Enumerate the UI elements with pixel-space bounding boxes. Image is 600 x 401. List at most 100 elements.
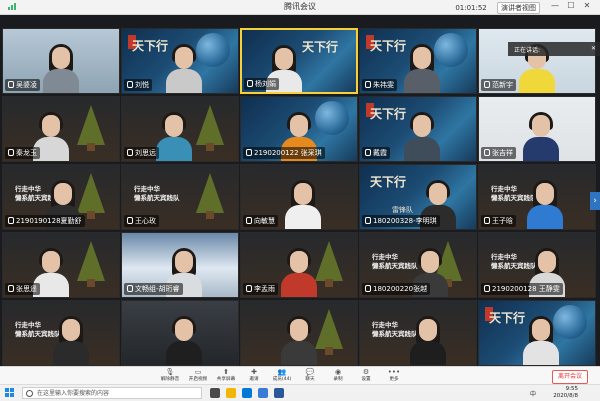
background-calligraphy: 天下行: [132, 39, 169, 53]
video-tile[interactable]: 天下行 雷锋队 180200328-李明琪: [359, 164, 477, 230]
mic-icon: [246, 149, 252, 156]
background-calligraphy-sub: 雷锋队: [392, 206, 413, 214]
participant-video: [281, 316, 317, 365]
video-tile[interactable]: 向敏慧: [240, 164, 358, 230]
participant-name: 张吉祥: [481, 147, 516, 159]
edge-browser-icon[interactable]: [242, 388, 252, 398]
participant-video: [404, 112, 440, 161]
video-tile[interactable]: 行走中华 懒系航天宾践队 2190190128夏勤舒: [2, 164, 120, 230]
participant-name: 180200328-李明琪: [362, 215, 440, 227]
settings-button[interactable]: ⚙ 设置: [351, 368, 381, 384]
maximize-button[interactable]: ☐: [564, 1, 578, 10]
participant-name: 王心玫: [124, 215, 159, 227]
search-placeholder: 在这里输入你要搜索的内容: [37, 390, 110, 397]
participant-video: [156, 112, 192, 161]
video-tile[interactable]: 天下行 戴霞: [359, 96, 477, 162]
minimize-button[interactable]: —: [548, 1, 562, 10]
video-tile[interactable]: 天下行: [478, 300, 596, 366]
video-tile[interactable]: 天下行 朱祎雯: [359, 28, 477, 94]
more-button[interactable]: ••• 更多: [379, 368, 409, 384]
background-banner: 行走中华 懒系航天宾践队: [372, 253, 418, 270]
video-tile[interactable]: 行走中华 懒系航天宾践队 王子晗: [478, 164, 596, 230]
members-button[interactable]: 👥 成员(44): [267, 368, 297, 384]
view-toggle-button[interactable]: 演讲者视图: [497, 2, 540, 14]
invite-button[interactable]: ✚ 邀请: [239, 368, 269, 384]
speaking-indicator: 正在讲话: ✕: [508, 42, 600, 56]
video-tile[interactable]: 2190200122 张采琪: [240, 96, 358, 162]
video-tile[interactable]: 刘思远: [121, 96, 239, 162]
participant-name: 向敏慧: [243, 215, 278, 227]
participant-video: [53, 316, 89, 365]
title-bar: 腾讯会议 01:01:52 演讲者视图 — ☐ ✕: [0, 0, 600, 15]
participant-name: 张思遥: [5, 283, 40, 295]
start-video-button[interactable]: ▭ 开启视频: [183, 368, 213, 384]
video-tile[interactable]: 吴婆凌: [2, 28, 120, 94]
task-view-icon[interactable]: [210, 388, 220, 398]
mic-icon: [127, 149, 133, 156]
video-tile[interactable]: [121, 300, 239, 366]
record-button[interactable]: ◉ 录制: [323, 368, 353, 384]
video-tile[interactable]: 文畅组-胡珩睿: [121, 232, 239, 298]
speaking-label: 正在讲话:: [514, 47, 541, 54]
unmute-button[interactable]: 🎙 解除静音: [155, 368, 185, 384]
participant-video: [404, 44, 440, 93]
participant-video: [166, 316, 202, 365]
tencent-meeting-icon[interactable]: [258, 388, 268, 398]
video-tile[interactable]: 行走中华 懒系航天宾践队 2190200128 王静雯: [478, 232, 596, 298]
video-icon: ▭: [194, 368, 202, 376]
video-tile[interactable]: 行走中华 懒系航天宾践队: [359, 300, 477, 366]
windows-start-icon[interactable]: [5, 388, 14, 397]
chat-button[interactable]: 💬 聊天: [295, 368, 325, 384]
mic-icon: 🎙: [165, 368, 175, 376]
video-grid: 吴婆凌 天下行 刘悦 天下行 杨刘娟 天下行 朱祎雯 范新宇 秦龙玉 刘思远 2…: [0, 26, 600, 366]
participant-name: 戴霞: [362, 147, 390, 159]
mic-icon: [127, 217, 133, 224]
invite-icon: ✚: [251, 368, 257, 376]
mic-icon: [484, 149, 490, 156]
video-tile[interactable]: 范新宇: [478, 28, 596, 94]
file-explorer-icon[interactable]: [226, 388, 236, 398]
video-tile[interactable]: 行走中华 懒系航天宾践队: [2, 300, 120, 366]
planet-graphic: [315, 101, 349, 135]
video-tile[interactable]: 秦龙玉: [2, 96, 120, 162]
taskbar-clock[interactable]: 9:55 2020/8/8: [553, 386, 578, 400]
tree-graphic: [196, 105, 224, 151]
record-icon: ◉: [334, 368, 342, 376]
search-icon: [26, 390, 33, 397]
video-tile[interactable]: 天下行 刘悦: [121, 28, 239, 94]
tree-graphic: [77, 241, 105, 287]
close-button[interactable]: ✕: [580, 1, 594, 10]
mic-icon: [247, 80, 253, 87]
video-tile-active-speaker[interactable]: 天下行 杨刘娟: [240, 28, 358, 94]
share-screen-button[interactable]: ⬆ 共享屏幕: [211, 368, 241, 384]
video-tile[interactable]: [240, 300, 358, 366]
tree-graphic: [315, 241, 343, 287]
settings-icon: ⚙: [362, 368, 370, 376]
video-tile[interactable]: 李孟雨: [240, 232, 358, 298]
video-tile[interactable]: 行走中华 懒系航天宾践队 180200220张越: [359, 232, 477, 298]
participant-name: 刘悦: [124, 79, 152, 91]
mic-icon: [365, 149, 371, 156]
taskbar-search-box[interactable]: 在这里输入你要搜索的内容: [22, 387, 202, 399]
video-tile[interactable]: 张思遥: [2, 232, 120, 298]
mic-icon: [484, 217, 490, 224]
participant-name: 朱祎雯: [362, 79, 397, 91]
mic-icon: [246, 217, 252, 224]
participant-video: [166, 44, 202, 93]
mic-icon: [484, 285, 490, 292]
participant-name: 刘思远: [124, 147, 159, 159]
ime-indicator[interactable]: 中: [530, 389, 536, 398]
close-popup-button[interactable]: ✕: [591, 45, 596, 52]
next-page-arrow-icon[interactable]: ›: [590, 192, 600, 210]
mic-icon: [8, 217, 14, 224]
meeting-timer: 01:01:52: [455, 4, 487, 12]
mic-icon: [246, 285, 252, 292]
video-tile[interactable]: 张吉祥: [478, 96, 596, 162]
participant-name: 180200220张越: [362, 283, 431, 295]
word-icon[interactable]: [274, 388, 284, 398]
tree-graphic: [77, 173, 105, 219]
background-banner: 行走中华 懒系航天宾践队: [134, 185, 180, 202]
video-tile[interactable]: 行走中华 懒系航天宾践队 王心玫: [121, 164, 239, 230]
participant-video: [523, 112, 559, 161]
leave-meeting-button[interactable]: 离开会议: [551, 370, 588, 384]
